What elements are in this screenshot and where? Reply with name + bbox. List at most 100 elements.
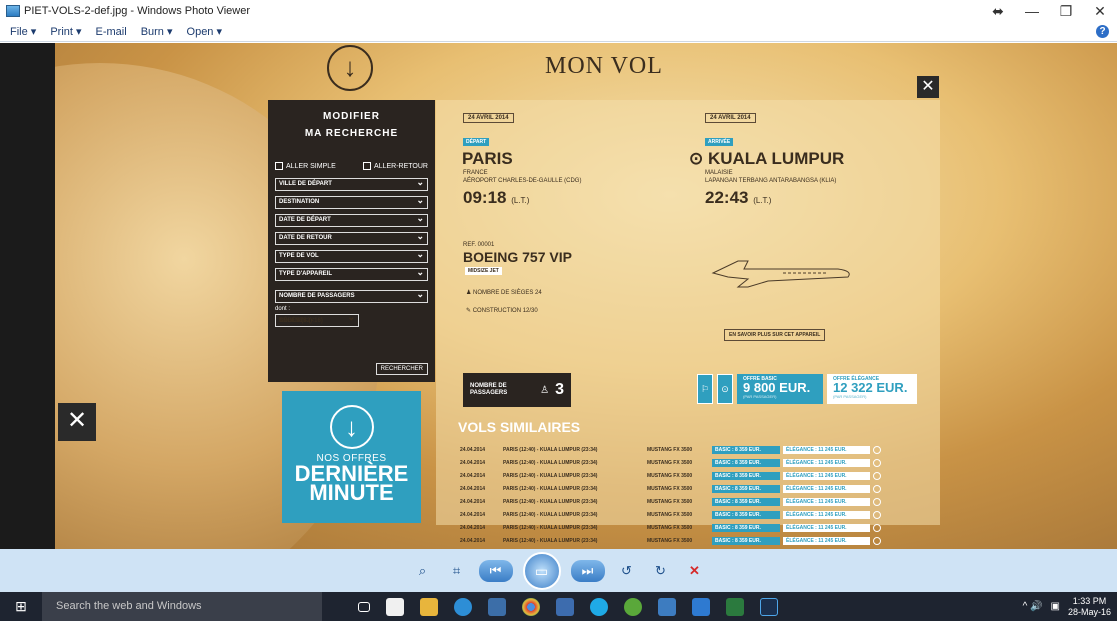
remote-desktop-icon[interactable] — [658, 597, 676, 616]
arrival-tag: ARRIVÉE — [705, 138, 734, 146]
arrival-date: 24 AVRIL 2014 — [705, 113, 756, 123]
edge-icon[interactable] — [454, 597, 472, 616]
photo-viewer-taskbar-icon[interactable] — [488, 597, 506, 616]
row-plane: MUSTANG FX 3500 — [647, 512, 693, 518]
passengers-label: NOMBRE DE PASSAGERS — [470, 383, 508, 396]
store-icon[interactable] — [386, 597, 404, 616]
menu-burn[interactable]: Burn ▾ — [141, 25, 173, 38]
airplane-icon — [711, 260, 850, 288]
app-icon[interactable] — [692, 597, 710, 616]
row-elegance-price: ÉLÉGANCE : 11 245 EUR. — [783, 524, 870, 532]
info-circle-icon — [873, 459, 881, 467]
row-basic-price: BASIC : 8 359 EUR. — [712, 498, 780, 506]
row-route: PARIS (12:40) - KUALA LUMPUR (23:34) — [503, 447, 598, 453]
system-tray: ^ 🔊 ▣ 1:33 PM 28-May-16 — [1023, 596, 1117, 618]
similar-flight-row: 24.04.2014 PARIS (12:40) - KUALA LUMPUR (… — [460, 522, 900, 534]
menubar: File ▾ Print ▾ E-mail Burn ▾ Open ▾ ? — [0, 22, 1117, 42]
help-icon[interactable]: ? — [1096, 25, 1109, 38]
dark-margin — [0, 43, 55, 549]
seat-icon: ♟ — [466, 290, 474, 296]
field-passengers: NOMBRE DE PASSAGERS — [275, 289, 428, 303]
row-route: PARIS (12:40) - KUALA LUMPUR (23:34) — [503, 460, 598, 466]
aircraft-size-tag: MIDSIZE JET — [465, 267, 502, 275]
next-button[interactable]: ⏭ — [570, 559, 605, 582]
taskbar-search[interactable]: Search the web and Windows — [42, 592, 322, 621]
info-circle-icon — [873, 524, 881, 532]
chrome-icon[interactable] — [522, 597, 540, 616]
radio-return: ALLER-RETOUR — [363, 162, 428, 170]
dep-lt: (L.T.) — [511, 196, 530, 205]
search-sidebar: MODIFIER MA RECHERCHE ALLER SIMPLE ALLER… — [268, 100, 435, 382]
field-departure-city: VILLE DE DÉPART — [275, 177, 428, 191]
down-arrow-icon: ↓ — [327, 45, 373, 91]
actual-size-button[interactable]: ⌗ — [445, 560, 469, 582]
menu-email[interactable]: E-mail — [96, 26, 127, 38]
field-destination: DESTINATION — [275, 195, 428, 209]
excel-icon[interactable] — [726, 597, 744, 616]
notification-icon[interactable]: ▣ — [1051, 601, 1060, 612]
construction-info: ✎ CONSTRUCTION 12/30 — [466, 307, 538, 315]
photo-viewer-icon — [6, 5, 20, 17]
row-date: 24.04.2014 — [460, 460, 486, 466]
similar-flight-row: 24.04.2014 PARIS (12:40) - KUALA LUMPUR (… — [460, 444, 900, 456]
delete-button[interactable]: ✕ — [683, 560, 707, 582]
row-basic-price: BASIC : 8 359 EUR. — [712, 485, 780, 493]
file-explorer-icon[interactable] — [420, 597, 438, 616]
start-button[interactable]: ⊞ — [0, 592, 42, 621]
restore-arrows-icon[interactable]: ⬌ — [981, 3, 1015, 20]
maximize-button[interactable]: ❐ — [1049, 3, 1083, 20]
info-circle-icon — [873, 472, 881, 480]
info-circle-icon — [873, 485, 881, 493]
menu-file[interactable]: File ▾ — [10, 25, 36, 38]
similar-flights-title: VOLS SIMILAIRES — [458, 419, 581, 435]
arrival-city: ⊙ KUALA LUMPUR — [689, 149, 844, 169]
rotate-cw-button[interactable]: ↻ — [649, 560, 673, 582]
departure-country: FRANCE — [463, 170, 488, 176]
info-circle-icon — [873, 498, 881, 506]
photoshop-icon[interactable] — [760, 597, 778, 616]
row-basic-price: BASIC : 8 359 EUR. — [712, 524, 780, 532]
passengers-count: 3 — [555, 381, 564, 398]
similar-flight-row: 24.04.2014 PARIS (12:40) - KUALA LUMPUR (… — [460, 496, 900, 508]
info-circle-icon — [873, 511, 881, 519]
clock-date: 28-May-16 — [1067, 606, 1111, 617]
zoom-button[interactable]: ⌕ — [411, 560, 435, 582]
minimize-button[interactable]: — — [1015, 3, 1049, 19]
arrival-country: MALAISIE — [705, 170, 733, 176]
passengers-box: NOMBRE DE PASSAGERS ♙ 3 — [463, 373, 571, 407]
menu-print[interactable]: Print ▾ — [50, 25, 81, 38]
menu-open[interactable]: Open ▾ — [187, 25, 223, 38]
row-elegance-price: ÉLÉGANCE : 11 245 EUR. — [783, 459, 870, 467]
row-elegance-price: ÉLÉGANCE : 11 245 EUR. — [783, 537, 870, 545]
rotate-ccw-button[interactable]: ↺ — [615, 560, 639, 582]
info-circle-icon — [873, 537, 881, 545]
row-elegance-price: ÉLÉGANCE : 11 245 EUR. — [783, 511, 870, 519]
departure-airport: AÉROPORT CHARLES-DE-GAULLE (CDG) — [463, 178, 582, 184]
arr-lt: (L.T.) — [753, 196, 772, 205]
photos-icon[interactable] — [556, 597, 574, 616]
departure-city: PARIS — [462, 149, 513, 168]
tray-icons[interactable]: ^ 🔊 — [1023, 601, 1043, 612]
row-route: PARIS (12:40) - KUALA LUMPUR (23:34) — [503, 512, 598, 518]
row-date: 24.04.2014 — [460, 447, 486, 453]
skype-icon[interactable] — [590, 597, 608, 616]
flight-panel: 24 AVRIL 2014 24 AVRIL 2014 DÉPART ARRIV… — [436, 100, 940, 545]
close-icon: ✕ — [58, 403, 96, 441]
seats-info: ♟ NOMBRE DE SIÈGES 24 — [466, 289, 542, 297]
close-button[interactable]: ✕ — [1083, 3, 1117, 20]
task-view-icon[interactable] — [358, 601, 370, 612]
previous-button[interactable]: ⏮ — [478, 559, 513, 582]
departure-date: 24 AVRIL 2014 — [463, 113, 514, 123]
row-date: 24.04.2014 — [460, 525, 486, 531]
similar-flight-row: 24.04.2014 PARIS (12:40) - KUALA LUMPUR (… — [460, 457, 900, 469]
viewer-toolbar: ⌕ ⌗ ⏮ ▭ ⏭ ↺ ↻ ✕ — [0, 549, 1117, 592]
clock[interactable]: 1:33 PM 28-May-16 — [1068, 596, 1111, 618]
hotspot-icon[interactable] — [624, 597, 642, 616]
row-date: 24.04.2014 — [460, 499, 486, 505]
slideshow-button[interactable]: ▭ — [522, 551, 561, 590]
window-titlebar: PIET-VOLS-2-def.jpg - Windows Photo View… — [0, 0, 1117, 22]
row-basic-price: BASIC : 8 359 EUR. — [712, 459, 780, 467]
similar-flight-row: 24.04.2014 PARIS (12:40) - KUALA LUMPUR (… — [460, 509, 900, 521]
more-info-link: EN SAVOIR PLUS SUR CET APPAREIL — [724, 329, 826, 341]
row-elegance-price: ÉLÉGANCE : 11 245 EUR. — [783, 485, 870, 493]
